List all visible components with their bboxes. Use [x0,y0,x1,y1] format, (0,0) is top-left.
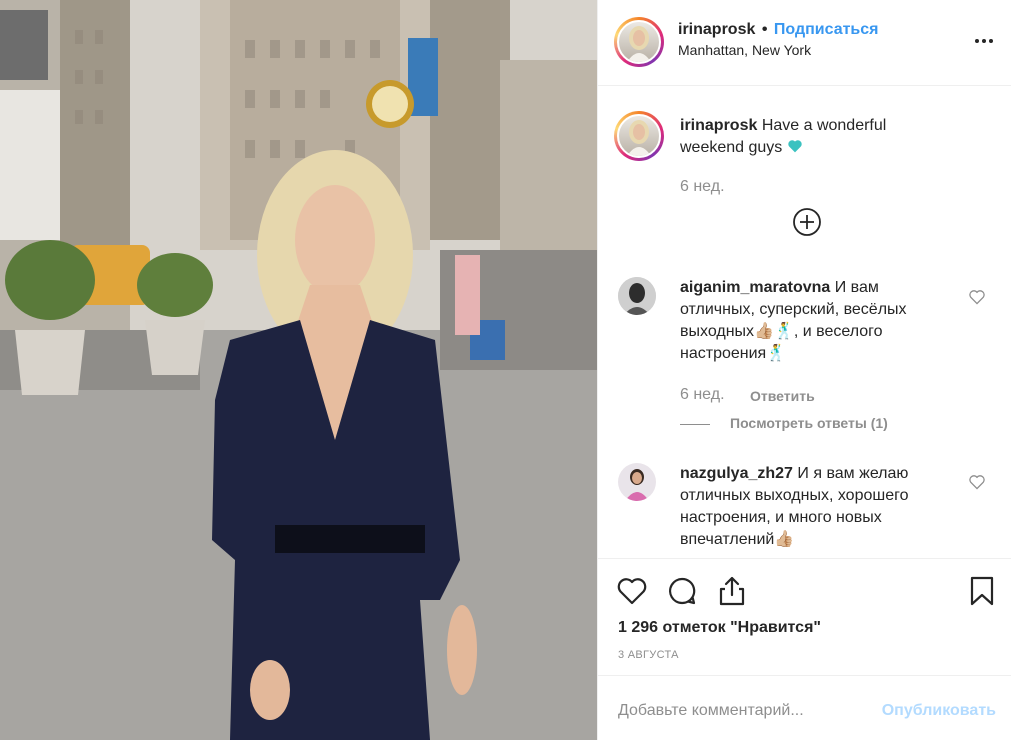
comment-input[interactable] [618,702,878,720]
likes-count[interactable]: 1 296 отметок "Нравится" [618,619,821,637]
comment-avatar[interactable] [618,463,656,501]
view-replies-label: Посмотреть ответы (1) [730,415,888,431]
comment-time[interactable]: 6 нед. [680,386,725,404]
comment-item: aiganim_maratovna И вам отличных, суперс… [680,277,950,365]
comment-item: nazgulya_zh27 И я вам желаю отличных вых… [680,463,950,551]
author-avatar-ring[interactable] [614,17,664,67]
caption-avatar-image [627,120,651,156]
reply-button[interactable]: Ответить [750,388,815,404]
header-username[interactable]: irinaprosk [678,21,755,38]
post-viewer: irinaprosk • Подписаться Manhattan, New … [0,0,1011,740]
caption: irinaprosk Have a wonderful weekend guys [680,115,950,159]
comments-list[interactable]: irinaprosk Have a wonderful weekend guys… [598,87,1011,558]
comment-avatar[interactable] [618,277,656,315]
post-photo[interactable] [0,0,597,740]
caption-username[interactable]: irinaprosk [680,117,757,134]
load-more-comments-plus-icon[interactable] [792,207,822,237]
post-header: irinaprosk • Подписаться Manhattan, New … [598,0,1011,86]
share-icon[interactable] [716,575,748,607]
header-user-line: irinaprosk • Подписаться [678,21,879,39]
save-bookmark-icon[interactable] [966,575,998,607]
author-avatar [617,20,661,64]
header-separator: • [761,21,768,38]
author-avatar-image [627,26,651,62]
like-heart-icon[interactable] [616,575,648,607]
comment-username[interactable]: nazgulya_zh27 [680,465,793,482]
comment-bubble-icon[interactable] [666,575,698,607]
caption-time[interactable]: 6 нед. [680,178,725,196]
more-horizontal-icon[interactable] [974,32,994,52]
post-actions: 1 296 отметок "Нравится" 3 АВГУСТА [598,558,1011,675]
view-replies-button[interactable]: Посмотреть ответы (1) [680,415,888,431]
publish-button[interactable]: Опубликовать [882,702,996,720]
header-location[interactable]: Manhattan, New York [678,42,811,58]
comment-username[interactable]: aiganim_maratovna [680,279,830,296]
comment-avatar-image [618,463,656,501]
like-comment-heart-icon[interactable] [968,289,986,305]
like-comment-heart-icon[interactable] [968,474,986,490]
follow-button[interactable]: Подписаться [774,21,879,38]
caption-avatar-ring[interactable] [614,111,664,161]
post-side-panel: irinaprosk • Подписаться Manhattan, New … [597,0,1011,740]
post-date[interactable]: 3 АВГУСТА [618,649,679,661]
street-scene-photo [0,0,597,740]
comment-avatar-image [618,277,656,315]
view-replies-line [680,423,710,425]
caption-avatar [617,114,661,158]
add-comment-bar: Опубликовать [598,675,1011,740]
teal-heart-icon [788,140,802,153]
